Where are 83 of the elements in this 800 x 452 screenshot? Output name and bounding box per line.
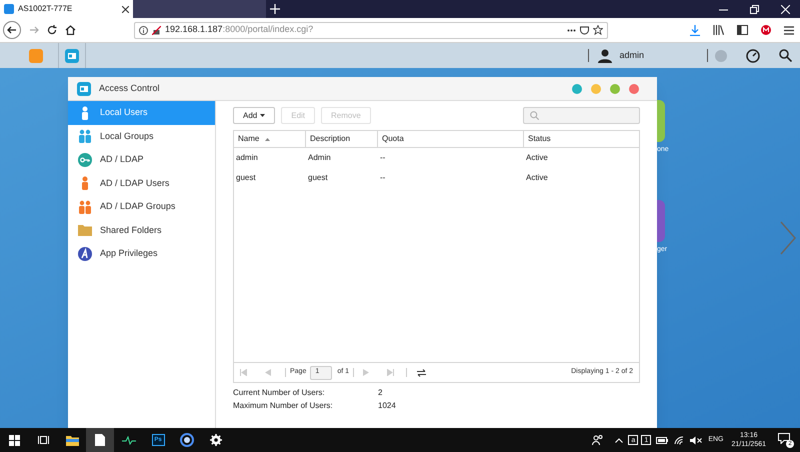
window-title: Access Control: [99, 82, 161, 95]
refresh-icon[interactable]: [417, 368, 426, 376]
browser-tab[interactable]: AS1002T-777E: [0, 0, 133, 18]
new-tab-icon[interactable]: [270, 4, 280, 14]
add-dropdown-button[interactable]: Add: [233, 107, 276, 124]
battery-icon[interactable]: [656, 436, 668, 444]
folder-icon[interactable]: [66, 434, 78, 446]
people-icon[interactable]: [592, 435, 604, 445]
next-page-icon: [363, 369, 370, 376]
back-icon[interactable]: [3, 21, 21, 39]
pocket-icon[interactable]: [580, 26, 589, 34]
more-icon[interactable]: [567, 28, 576, 32]
last-page-icon: [387, 369, 394, 376]
circle-app-icon[interactable]: [180, 433, 194, 447]
summary-value: 2: [378, 386, 382, 398]
sidebar-icon[interactable]: [737, 25, 748, 35]
column-header[interactable]: Quota: [378, 131, 524, 147]
table-cell: Active: [526, 153, 548, 162]
summary-label: Current Number of Users:: [233, 386, 326, 398]
settings-icon[interactable]: [210, 434, 222, 446]
notification-center-icon[interactable]: [778, 433, 790, 444]
table-cell: Admin: [308, 153, 331, 162]
insecure-lock-icon: [152, 26, 161, 34]
access-control-icon[interactable]: [65, 48, 79, 62]
table-cell: --: [380, 173, 386, 182]
site-icon: [4, 4, 14, 14]
restore-icon[interactable]: [750, 4, 759, 14]
search-icon: [530, 111, 539, 120]
dashboard-icon[interactable]: [746, 48, 760, 62]
home-icon[interactable]: [65, 25, 76, 35]
user-name[interactable]: admin: [619, 48, 644, 62]
sidebar-item[interactable]: App Privileges: [68, 242, 215, 266]
caret-icon: [260, 114, 266, 117]
folder-icon: [78, 224, 92, 236]
windows-start-icon[interactable]: [8, 434, 20, 446]
menu-icon[interactable]: [784, 26, 794, 34]
wifi-icon[interactable]: [674, 436, 684, 444]
first-page-icon: [240, 369, 247, 376]
app-tile[interactable]: [657, 200, 665, 242]
search-icon[interactable]: [779, 49, 792, 62]
previous-page-icon: [265, 369, 271, 376]
summary-label: Maximum Number of Users:: [233, 400, 334, 412]
url-text: 192.168.1.187:8000/portal/index.cgi?: [165, 23, 314, 36]
table-cell: guest: [308, 173, 328, 182]
tab-title: AS1002T-777E: [18, 3, 74, 15]
app-icon: [78, 246, 92, 261]
column-header[interactable]: Status: [524, 131, 639, 147]
sidebar-item[interactable]: AD / LDAP: [68, 148, 215, 172]
app-tile[interactable]: [657, 100, 665, 142]
access-control-icon: [77, 82, 91, 96]
table-cell: admin: [236, 153, 258, 162]
table-cell: guest: [236, 173, 256, 182]
key-icon: [78, 152, 92, 167]
sidebar-item[interactable]: Local Groups: [68, 124, 215, 148]
url-field[interactable]: 192.168.1.187:8000/portal/index.cgi?: [134, 22, 608, 38]
table-cell: --: [380, 153, 386, 162]
pulse-icon[interactable]: [122, 436, 136, 444]
task-view-icon[interactable]: [38, 435, 48, 445]
people-icon: [78, 200, 92, 214]
person-icon: [79, 106, 91, 120]
people-icon: [78, 129, 92, 144]
document-icon[interactable]: [95, 434, 105, 446]
library-icon[interactable]: [713, 25, 724, 35]
reload-icon[interactable]: [47, 25, 57, 35]
chevron-up-icon[interactable]: [615, 438, 624, 442]
sidebar-item[interactable]: AD / LDAP Groups: [68, 195, 215, 218]
extension-icon[interactable]: [761, 25, 771, 35]
search-field[interactable]: [523, 107, 640, 124]
download-icon[interactable]: [690, 24, 700, 36]
forward-icon: [29, 25, 39, 35]
summary-value: 1024: [378, 400, 396, 412]
volume-muted-icon[interactable]: [690, 436, 702, 444]
info-icon: [139, 26, 148, 34]
table-cell: Active: [526, 173, 548, 182]
sidebar-item[interactable]: AD / LDAP Users: [68, 172, 215, 195]
user-icon[interactable]: [598, 48, 612, 62]
sidebar-item[interactable]: Shared Folders: [68, 218, 215, 242]
star-icon[interactable]: [593, 25, 603, 35]
column-header[interactable]: Description: [306, 131, 378, 147]
person-icon: [79, 176, 91, 190]
close-icon[interactable]: [122, 6, 129, 12]
column-header[interactable]: Name: [234, 131, 306, 147]
sort-arrow-icon: [265, 138, 270, 140]
